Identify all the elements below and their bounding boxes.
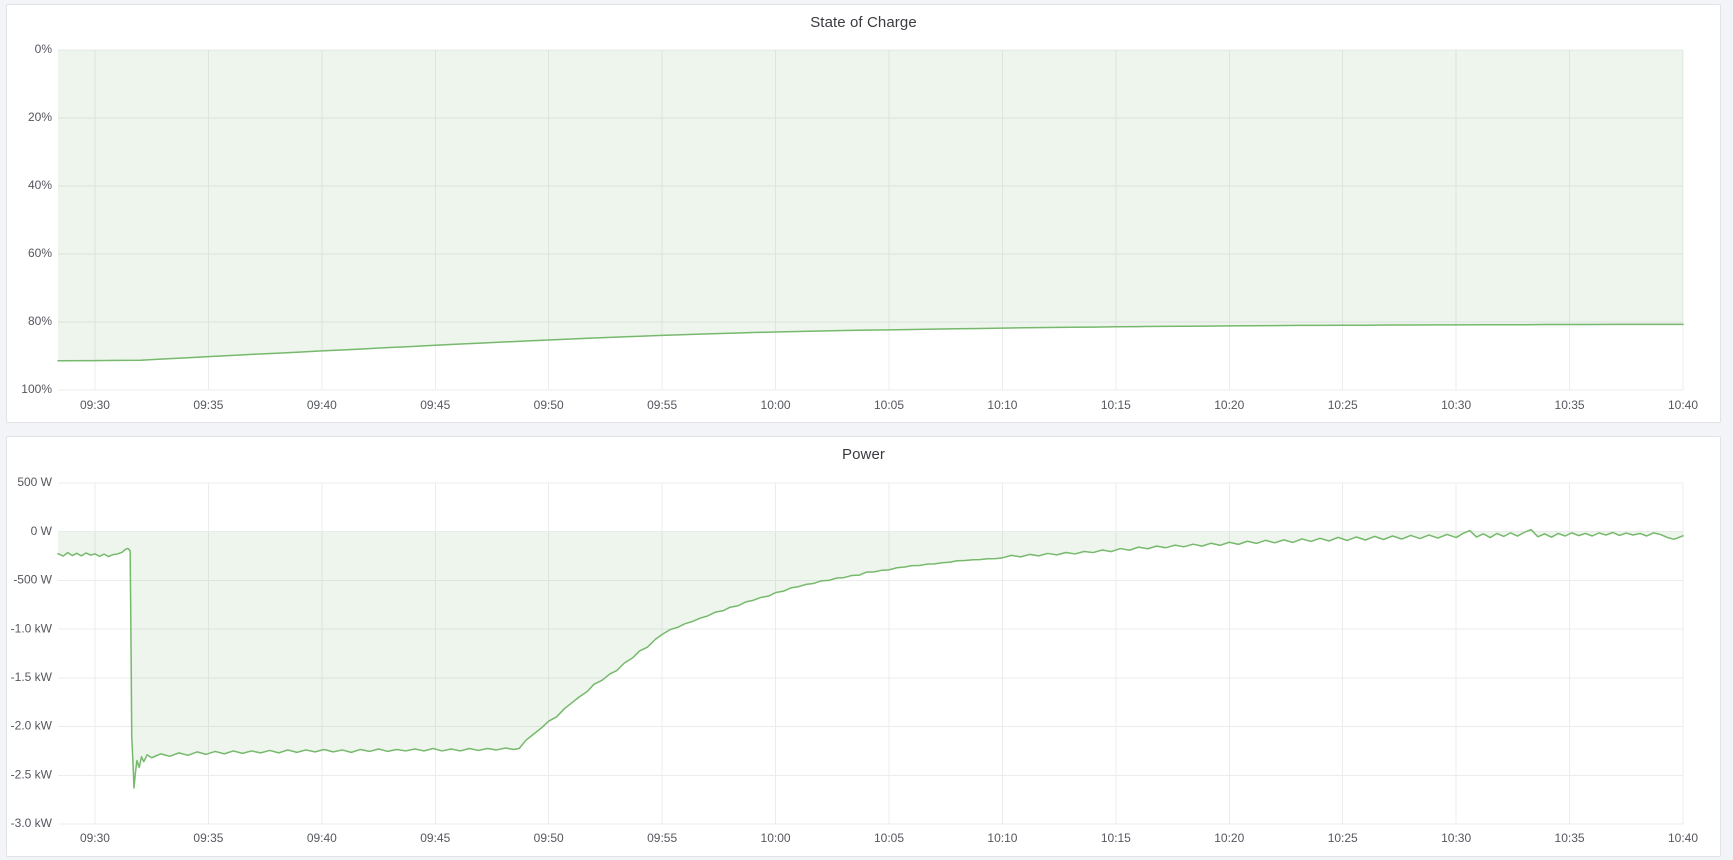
x-tick-label: 10:10 bbox=[987, 831, 1017, 845]
x-tick-label: 10:40 bbox=[1668, 831, 1698, 845]
y-tick-label: 20% bbox=[28, 110, 52, 124]
x-tick-label: 10:00 bbox=[761, 831, 791, 845]
x-tick-label: 10:30 bbox=[1441, 831, 1471, 845]
x-tick-label: 09:50 bbox=[534, 831, 564, 845]
x-tick-label: 10:15 bbox=[1101, 831, 1131, 845]
panel-power: Power 500 W 0 W -500 W -1.0 kW -1.5 kW -2.0 k… bbox=[6, 436, 1721, 857]
y-tick-label: 500 W bbox=[17, 475, 52, 489]
y-tick-label: 0% bbox=[35, 42, 53, 56]
x-tick-label: 10:05 bbox=[874, 398, 904, 412]
x-tick-label: 09:40 bbox=[307, 831, 337, 845]
x-tick-label: 10:35 bbox=[1555, 398, 1585, 412]
y-tick-label: -3.0 kW bbox=[11, 816, 53, 830]
x-tick-label: 09:35 bbox=[193, 831, 223, 845]
x-tick-label: 09:50 bbox=[534, 398, 564, 412]
x-tick-label: 09:55 bbox=[647, 831, 677, 845]
y-tick-label: 0 W bbox=[31, 524, 53, 538]
y-tick-label: 100% bbox=[21, 382, 52, 396]
area-fill bbox=[58, 50, 1683, 361]
y-tick-label: -1.5 kW bbox=[11, 670, 53, 684]
dashboard: State of Charge 100% 80% 60% 40% 20% 0% 09:30 0… bbox=[0, 0, 1733, 860]
x-tick-label: 09:45 bbox=[420, 831, 450, 845]
x-tick-label: 09:55 bbox=[647, 398, 677, 412]
y-tick-label: -2.5 kW bbox=[11, 767, 53, 781]
power-chart[interactable]: 500 W 0 W -500 W -1.0 kW -1.5 kW -2.0 kW -2.5 … bbox=[7, 471, 1720, 856]
x-tick-label: 10:25 bbox=[1328, 398, 1358, 412]
y-tick-label: -500 W bbox=[13, 573, 52, 587]
panel-state-of-charge: State of Charge 100% 80% 60% 40% 20% 0% 09:30 0… bbox=[6, 4, 1721, 423]
x-tick-label: 09:35 bbox=[193, 398, 223, 412]
x-tick-label: 10:20 bbox=[1214, 831, 1244, 845]
y-tick-label: 60% bbox=[28, 246, 52, 260]
x-tick-label: 10:00 bbox=[761, 398, 791, 412]
panel-title-state-of-charge: State of Charge bbox=[7, 5, 1720, 39]
x-tick-label: 10:05 bbox=[874, 831, 904, 845]
x-tick-label: 10:10 bbox=[987, 398, 1017, 412]
panel-title-power: Power bbox=[7, 437, 1720, 471]
x-tick-label: 09:40 bbox=[307, 398, 337, 412]
y-tick-label: -1.0 kW bbox=[11, 621, 53, 635]
x-tick-label: 10:30 bbox=[1441, 398, 1471, 412]
x-tick-label: 09:45 bbox=[420, 398, 450, 412]
y-tick-label: -2.0 kW bbox=[11, 719, 53, 733]
x-tick-label: 10:15 bbox=[1101, 398, 1131, 412]
state-of-charge-chart[interactable]: 100% 80% 60% 40% 20% 0% 09:30 09:35 09:40 09:45 09… bbox=[7, 39, 1720, 422]
x-tick-label: 09:30 bbox=[80, 831, 110, 845]
area-fill bbox=[58, 530, 1683, 788]
y-tick-label: 80% bbox=[28, 314, 52, 328]
x-tick-label: 10:20 bbox=[1214, 398, 1244, 412]
x-tick-label: 10:25 bbox=[1328, 831, 1358, 845]
y-tick-label: 40% bbox=[28, 178, 52, 192]
x-tick-label: 10:40 bbox=[1668, 398, 1698, 412]
x-tick-label: 09:30 bbox=[80, 398, 110, 412]
x-tick-label: 10:35 bbox=[1555, 831, 1585, 845]
